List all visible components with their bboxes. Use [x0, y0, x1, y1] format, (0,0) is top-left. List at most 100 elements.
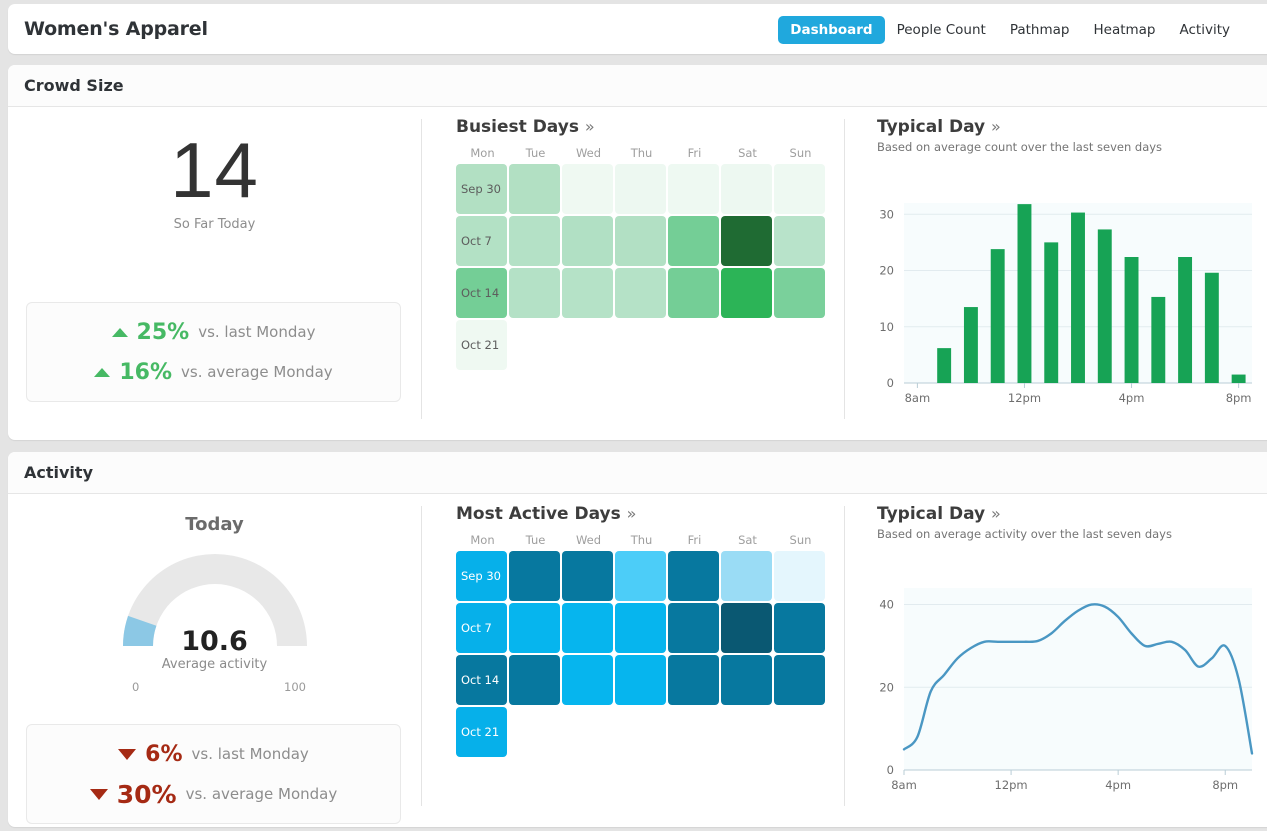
crowd-comparison-box: 25% vs. last Monday 16% vs. average Mond… — [26, 302, 401, 402]
heatmap-cell[interactable] — [562, 655, 613, 705]
heatmap-week-label: Oct 14 — [461, 673, 500, 687]
heatmap-cell[interactable] — [668, 268, 719, 318]
heatmap-cell[interactable]: Sep 30 — [456, 164, 507, 214]
heatmap-week-row: Sep 30 — [456, 164, 827, 216]
heatmap-cell[interactable] — [774, 655, 825, 705]
heatmap-cell[interactable] — [509, 655, 560, 705]
triangle-down-icon — [118, 748, 137, 760]
x-axis-tick-label: 8am — [891, 778, 917, 792]
tab-pathmap[interactable]: Pathmap — [998, 16, 1082, 44]
activity-comparison-value-1: 6% — [145, 741, 183, 767]
heatmap-cell[interactable]: Oct 7 — [456, 603, 507, 653]
heatmap-day-header: Fri — [687, 533, 702, 547]
heatmap-week-label: Oct 21 — [461, 725, 500, 739]
heatmap-cell[interactable] — [562, 164, 613, 214]
heatmap-cell[interactable] — [615, 164, 666, 214]
heatmap-cell[interactable] — [615, 268, 666, 318]
heatmap-cell[interactable] — [562, 216, 613, 266]
heatmap-cell[interactable] — [774, 164, 825, 214]
heatmap-cell[interactable] — [668, 603, 719, 653]
heatmap-cell[interactable]: Oct 21 — [456, 320, 507, 370]
x-axis-tick-label: 4pm — [1119, 391, 1145, 405]
heatmap-day-header: Thu — [630, 533, 653, 547]
heatmap-cell[interactable] — [615, 551, 666, 601]
heatmap-cell[interactable] — [668, 216, 719, 266]
tab-heatmap[interactable]: Heatmap — [1081, 16, 1167, 44]
heatmap-cell[interactable] — [562, 551, 613, 601]
heatmap-cell[interactable] — [615, 216, 666, 266]
most-active-days-column: Most Active Days » Mon Tue Wed Thu Fri Sat Sun… — [421, 494, 844, 827]
heatmap-cell[interactable] — [721, 603, 772, 653]
bar — [1178, 257, 1193, 383]
tab-dashboard[interactable]: Dashboard — [778, 16, 885, 44]
heatmap-cell[interactable] — [562, 603, 613, 653]
heatmap-cell[interactable] — [721, 268, 772, 318]
tab-activity[interactable]: Activity — [1168, 16, 1243, 44]
heatmap-cell[interactable] — [721, 216, 772, 266]
x-axis-tick-label: 8am — [905, 391, 931, 405]
heatmap-cell[interactable] — [774, 603, 825, 653]
bar — [990, 249, 1005, 383]
heatmap-week-label: Oct 7 — [461, 234, 492, 248]
crowd-comparison-value-1: 25% — [136, 319, 190, 345]
heatmap-day-header: Tue — [525, 146, 546, 160]
busiest-days-title-text: Busiest Days — [456, 117, 579, 137]
most-active-days-heatmap: Mon Tue Wed Thu Fri Sat Sun Sep 30 Oct 7 Oct 14 Oc… — [456, 533, 827, 759]
triangle-up-icon — [111, 327, 128, 337]
heatmap-cell — [668, 707, 719, 757]
crowd-bar-chart: 0 10 20 30 8am 12pm 4pm 8pm — [879, 203, 1252, 405]
activity-comparison-row-1: 6% vs. last Monday — [27, 734, 400, 774]
heatmap-cell[interactable] — [668, 164, 719, 214]
heatmap-cell[interactable] — [615, 603, 666, 653]
heatmap-cell[interactable] — [721, 164, 772, 214]
crowd-size-body: 14 So Far Today 25% vs. last Monday 16% … — [8, 107, 1267, 440]
heatmap-cell — [562, 320, 613, 370]
busiest-days-title[interactable]: Busiest Days » — [456, 117, 595, 137]
heatmap-cell[interactable] — [615, 655, 666, 705]
activity-chart-subtitle: Based on average activity over the last … — [877, 527, 1172, 541]
heatmap-cell[interactable] — [721, 655, 772, 705]
bar — [1151, 296, 1166, 383]
heatmap-cell[interactable] — [562, 268, 613, 318]
heatmap-cell[interactable] — [509, 164, 560, 214]
heatmap-cell[interactable]: Oct 14 — [456, 268, 507, 318]
heatmap-week-row: Oct 14 — [456, 655, 827, 707]
heatmap-cell[interactable] — [509, 603, 560, 653]
y-axis-tick-label: 30 — [879, 207, 894, 221]
triangle-up-icon — [94, 367, 111, 377]
heatmap-cell[interactable] — [721, 551, 772, 601]
crowd-chart-title[interactable]: Typical Day » — [877, 117, 1001, 137]
heatmap-week-label: Sep 30 — [461, 569, 501, 583]
activity-comparison-value-2: 30% — [116, 779, 177, 809]
gauge-min-label: 0 — [132, 680, 140, 694]
heatmap-cell[interactable] — [774, 268, 825, 318]
top-bar: Women's Apparel Dashboard People Count P… — [8, 4, 1267, 54]
heatmap-cell[interactable] — [509, 216, 560, 266]
heatmap-cell[interactable] — [509, 268, 560, 318]
heatmap-day-header: Mon — [470, 146, 495, 160]
heatmap-cell — [668, 320, 719, 370]
heatmap-cell[interactable]: Oct 21 — [456, 707, 507, 757]
heatmap-day-header: Thu — [630, 146, 653, 160]
heatmap-cell[interactable] — [509, 551, 560, 601]
y-axis-tick-label: 40 — [879, 598, 894, 612]
activity-header: Activity — [8, 452, 1267, 494]
most-active-days-title[interactable]: Most Active Days » — [456, 504, 636, 524]
heatmap-cell[interactable] — [774, 216, 825, 266]
heatmap-cell[interactable]: Sep 30 — [456, 551, 507, 601]
crowd-comparison-text-1: vs. last Monday — [198, 323, 316, 341]
heatmap-week-label: Oct 21 — [461, 338, 500, 352]
heatmap-week-label: Sep 30 — [461, 182, 501, 196]
heatmap-cell — [562, 707, 613, 757]
heatmap-cell[interactable] — [668, 655, 719, 705]
chevron-right-icon: » — [626, 504, 637, 523]
heatmap-day-header: Fri — [687, 146, 702, 160]
heatmap-cell[interactable] — [668, 551, 719, 601]
tab-people-count[interactable]: People Count — [885, 16, 998, 44]
heatmap-cell[interactable]: Oct 14 — [456, 655, 507, 705]
heatmap-cell — [509, 320, 560, 370]
activity-chart-title[interactable]: Typical Day » — [877, 504, 1001, 524]
heatmap-cell[interactable]: Oct 7 — [456, 216, 507, 266]
heatmap-cell[interactable] — [774, 551, 825, 601]
y-axis-tick-label: 0 — [887, 763, 894, 777]
